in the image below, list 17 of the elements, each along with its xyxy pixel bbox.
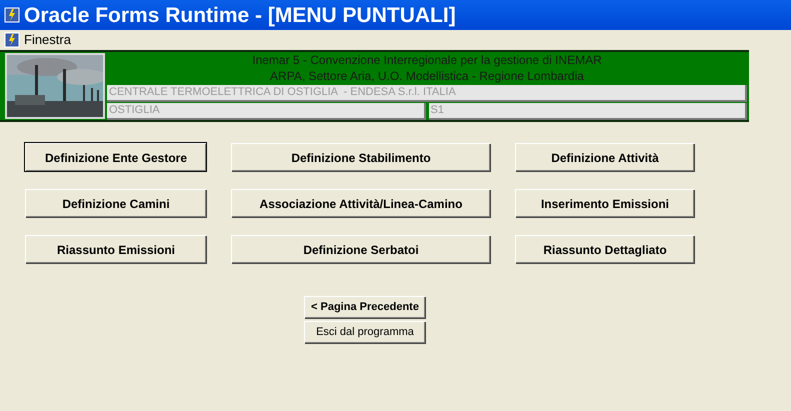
window-title: Oracle Forms Runtime - [MENU PUNTUALI]: [24, 4, 456, 26]
nav-button[interactable]: < Pagina Precedente: [304, 296, 425, 318]
menu-item[interactable]: Finestra: [24, 30, 71, 50]
menu-button[interactable]: Definizione Ente Gestore: [25, 143, 206, 171]
menu-button[interactable]: Definizione Attività: [515, 143, 694, 171]
menu-button[interactable]: Inserimento Emissioni: [515, 189, 694, 217]
menu-button[interactable]: Definizione Serbatoi: [231, 235, 490, 263]
menu-button[interactable]: Riassunto Emissioni: [25, 235, 206, 263]
nav-button[interactable]: Esci dal programma: [304, 321, 425, 343]
app-icon: [4, 32, 20, 48]
header-text: ARPA, Settore Aria, U.O. Modellistica - Regione Lombardia: [269, 68, 585, 84]
menu-button[interactable]: Definizione Camini: [25, 189, 206, 217]
menu-button[interactable]: Definizione Stabilimento: [231, 143, 490, 171]
menu-button[interactable]: Associazione Attività/Linea-Camino: [231, 189, 490, 217]
app-icon: [4, 7, 20, 23]
header-text: Inemar 5 - Convenzione Interregionale per la gestione di INEMAR: [251, 52, 603, 68]
menu-button[interactable]: Riassunto Dettagliato: [515, 235, 694, 263]
